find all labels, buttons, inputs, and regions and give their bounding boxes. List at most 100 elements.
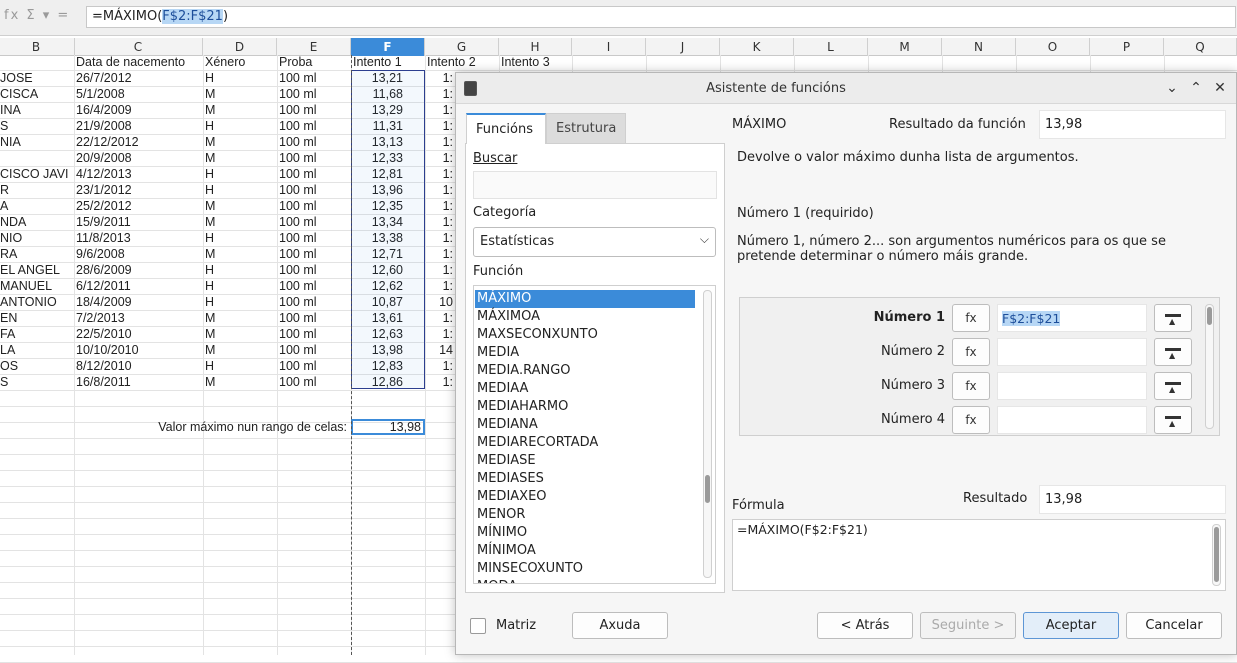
attempt-2-cell[interactable]: 1:: [425, 374, 455, 390]
attempt-2-cell[interactable]: 1:: [425, 358, 455, 374]
name-cell[interactable]: FA: [0, 326, 75, 342]
birthdate-cell[interactable]: 10/10/2010: [74, 342, 203, 358]
attempt-2-cell[interactable]: 1:: [425, 246, 455, 262]
function-list-item[interactable]: MEDIA: [475, 344, 695, 362]
birthdate-cell[interactable]: 4/12/2013: [74, 166, 203, 182]
event-cell[interactable]: 100 ml: [277, 278, 351, 294]
birthdate-cell[interactable]: 20/9/2008: [74, 150, 203, 166]
fx-icon[interactable]: fx: [952, 304, 990, 332]
name-cell[interactable]: ANTONIO: [0, 294, 75, 310]
event-cell[interactable]: 100 ml: [277, 342, 351, 358]
gender-cell[interactable]: H: [203, 166, 277, 182]
fx-icon[interactable]: fx: [952, 372, 990, 400]
gender-cell[interactable]: M: [203, 86, 277, 102]
gender-cell[interactable]: M: [203, 102, 277, 118]
event-cell[interactable]: 100 ml: [277, 230, 351, 246]
event-cell[interactable]: 100 ml: [277, 262, 351, 278]
shrink-icon[interactable]: ▲: [1154, 372, 1192, 400]
gender-cell[interactable]: H: [203, 278, 277, 294]
column-header-j[interactable]: J: [646, 38, 720, 56]
function-list-item[interactable]: MINSECOXUNTO: [475, 560, 695, 578]
event-cell[interactable]: 100 ml: [277, 214, 351, 230]
attempt-2-cell[interactable]: 1:: [425, 214, 455, 230]
column-header-o[interactable]: O: [1016, 38, 1090, 56]
minimize-icon[interactable]: ⌄: [1163, 79, 1181, 97]
attempt-2-cell[interactable]: 1:: [425, 134, 455, 150]
attempt-2-cell[interactable]: 1:: [425, 198, 455, 214]
close-icon[interactable]: ✕: [1211, 79, 1229, 97]
args-scrollbar[interactable]: [1205, 304, 1214, 429]
column-header-l[interactable]: L: [794, 38, 868, 56]
column-header-q[interactable]: Q: [1164, 38, 1237, 56]
name-cell[interactable]: EN: [0, 310, 75, 326]
gender-cell[interactable]: M: [203, 150, 277, 166]
event-cell[interactable]: 100 ml: [277, 166, 351, 182]
birthdate-cell[interactable]: 21/9/2008: [74, 118, 203, 134]
function-list-item[interactable]: MEDIASE: [475, 452, 695, 470]
shrink-icon[interactable]: ▲: [1154, 338, 1192, 366]
event-cell[interactable]: 100 ml: [277, 118, 351, 134]
summary-label[interactable]: Valor máximo nun rango de celas:: [74, 419, 349, 435]
attempt-2-cell[interactable]: 1:: [425, 310, 455, 326]
attempt-2-cell[interactable]: 1:: [425, 150, 455, 166]
name-cell[interactable]: OS: [0, 358, 75, 374]
birthdate-cell[interactable]: 22/12/2012: [74, 134, 203, 150]
gender-cell[interactable]: M: [203, 214, 277, 230]
gender-cell[interactable]: H: [203, 182, 277, 198]
gender-cell[interactable]: M: [203, 326, 277, 342]
name-cell[interactable]: NIO: [0, 230, 75, 246]
attempt-2-cell[interactable]: 10: [425, 294, 455, 310]
event-cell[interactable]: 100 ml: [277, 246, 351, 262]
attempt-2-cell[interactable]: 14: [425, 342, 455, 358]
header-event[interactable]: Proba: [277, 54, 351, 70]
attempt-2-cell[interactable]: 1:: [425, 102, 455, 118]
birthdate-cell[interactable]: 9/6/2008: [74, 246, 203, 262]
name-cell[interactable]: EL ANGEL: [0, 262, 75, 278]
name-cell[interactable]: NIA: [0, 134, 75, 150]
category-select[interactable]: Estatísticas ⌵: [473, 227, 716, 257]
gender-cell[interactable]: H: [203, 358, 277, 374]
name-cell[interactable]: LA: [0, 342, 75, 358]
function-list-item[interactable]: MENOR: [475, 506, 695, 524]
search-input[interactable]: [473, 171, 717, 199]
event-cell[interactable]: 100 ml: [277, 150, 351, 166]
header-attempt-2[interactable]: Intento 2: [425, 54, 499, 70]
shrink-icon[interactable]: ▲: [1154, 406, 1192, 434]
attempt-2-cell[interactable]: 1:: [425, 86, 455, 102]
formula-scrollbar[interactable]: [1212, 524, 1221, 586]
event-cell[interactable]: 100 ml: [277, 70, 351, 86]
attempt-2-cell[interactable]: 1:: [425, 230, 455, 246]
name-cell[interactable]: A: [0, 198, 75, 214]
birthdate-cell[interactable]: 15/9/2011: [74, 214, 203, 230]
fx-icon[interactable]: fx: [952, 406, 990, 434]
birthdate-cell[interactable]: 8/12/2010: [74, 358, 203, 374]
name-cell[interactable]: CISCO JAVI: [0, 166, 75, 182]
header-attempt-1[interactable]: Intento 1: [351, 54, 425, 70]
event-cell[interactable]: 100 ml: [277, 326, 351, 342]
birthdate-cell[interactable]: 16/8/2011: [74, 374, 203, 390]
function-list-item[interactable]: MEDIAHARMO: [475, 398, 695, 416]
formula-textarea[interactable]: =MÁXIMO(F$2:F$21): [732, 519, 1226, 591]
birthdate-cell[interactable]: 7/2/2013: [74, 310, 203, 326]
name-cell[interactable]: R: [0, 182, 75, 198]
function-list[interactable]: MÁXIMO MÁXIMOA MAXSECONXUNTO MEDIA MEDIA.RAN…: [473, 285, 716, 584]
event-cell[interactable]: 100 ml: [277, 86, 351, 102]
attempt-2-cell[interactable]: 1:: [425, 262, 455, 278]
birthdate-cell[interactable]: 28/6/2009: [74, 262, 203, 278]
gender-cell[interactable]: H: [203, 294, 277, 310]
formula-scrollbar-thumb[interactable]: [1214, 527, 1219, 582]
function-list-item[interactable]: MEDIA.RANGO: [475, 362, 695, 380]
function-list-item[interactable]: MÍNIMOA: [475, 542, 695, 560]
attempt-2-cell[interactable]: 1:: [425, 326, 455, 342]
gender-cell[interactable]: H: [203, 262, 277, 278]
name-cell[interactable]: CISCA: [0, 86, 75, 102]
attempt-2-cell[interactable]: 1:: [425, 166, 455, 182]
event-cell[interactable]: 100 ml: [277, 294, 351, 310]
header-gender[interactable]: Xénero: [203, 54, 277, 70]
function-list-item[interactable]: MAXSECONXUNTO: [475, 326, 695, 344]
fx-icon[interactable]: fx: [952, 338, 990, 366]
event-cell[interactable]: 100 ml: [277, 374, 351, 390]
help-button[interactable]: Axuda: [572, 612, 668, 639]
birthdate-cell[interactable]: 16/4/2009: [74, 102, 203, 118]
gender-cell[interactable]: M: [203, 342, 277, 358]
